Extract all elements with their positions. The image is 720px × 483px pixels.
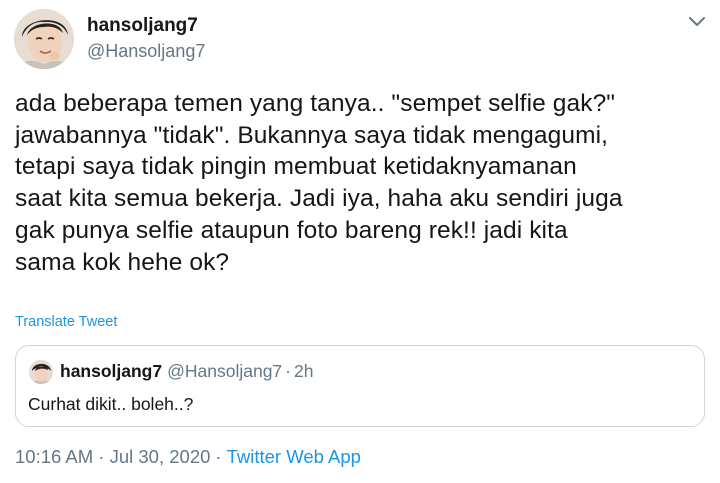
author-display-name[interactable]: hansoljang7	[87, 15, 198, 37]
tweet-card: hansoljang7 @Hansoljang7 ada beberapa te…	[0, 0, 720, 483]
quoted-timestamp: 2h	[294, 361, 314, 381]
quoted-text: Curhat dikit.. boleh..?	[28, 394, 194, 414]
quoted-header: hansoljang7 @Hansoljang7 · 2h	[60, 361, 313, 382]
quoted-display-name: hansoljang7	[60, 361, 163, 381]
quoted-tweet[interactable]: hansoljang7 @Hansoljang7 · 2h Curhat dikit.…	[15, 345, 705, 427]
avatar-portrait	[14, 9, 74, 69]
translate-tweet-link[interactable]: Translate Tweet	[15, 314, 117, 330]
quoted-handle: @Hansoljang7	[167, 361, 283, 381]
quoted-avatar	[29, 360, 53, 384]
author-handle[interactable]: @Hansoljang7	[87, 41, 205, 62]
avatar[interactable]	[14, 9, 74, 69]
tweet-source-link[interactable]: Twitter Web App	[227, 446, 361, 467]
chevron-down-icon[interactable]	[686, 14, 708, 30]
quoted-dot-separator: ·	[285, 361, 291, 381]
meta-separator: ·	[215, 446, 222, 467]
tweet-meta: 10:16 AM · Jul 30, 2020 · Twitter Web App	[15, 446, 361, 468]
tweet-text: ada beberapa temen yang tanya.. "sempet …	[15, 90, 623, 276]
tweet-timestamp[interactable]: 10:16 AM · Jul 30, 2020	[15, 446, 210, 467]
